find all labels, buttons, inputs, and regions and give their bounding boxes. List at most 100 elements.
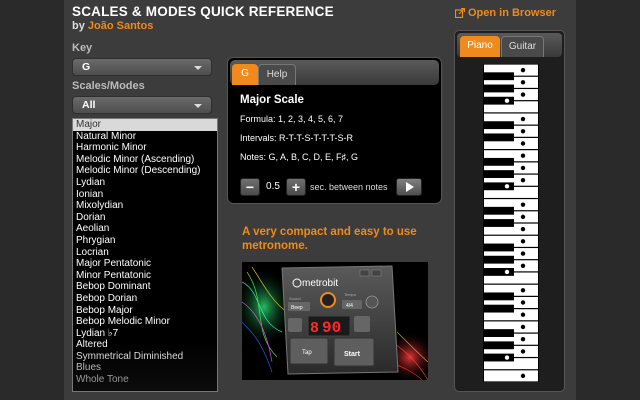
- piano-black-key[interactable]: [483, 219, 514, 227]
- piano-black-key[interactable]: [483, 341, 514, 350]
- open-in-browser-link[interactable]: Open in Browser: [454, 7, 556, 19]
- scale-list-item[interactable]: Bebop Major: [73, 305, 217, 317]
- scale-list-item[interactable]: Major: [73, 119, 217, 131]
- scale-list-item[interactable]: Blues: [73, 362, 217, 374]
- scale-list-item[interactable]: Melodic Minor (Ascending): [73, 154, 217, 166]
- tab-help[interactable]: Help: [258, 64, 296, 85]
- playback-controls: − 0.5 + sec. between notes: [240, 177, 422, 196]
- scales-modes-selected-value: All: [82, 99, 96, 111]
- note-marker: [520, 153, 526, 158]
- scale-list-item[interactable]: Locrian: [73, 247, 217, 259]
- scales-modes-select[interactable]: All: [72, 96, 212, 114]
- piano-black-key[interactable]: [483, 133, 514, 142]
- instrument-tab-bar: Piano Guitar: [457, 33, 562, 57]
- piano-black-key[interactable]: [483, 353, 514, 362]
- scale-list-item[interactable]: Bebop Dorian: [73, 293, 217, 305]
- scale-intervals: Intervals: R-T-T-S-T-T-T-S-R: [240, 133, 354, 143]
- piano-black-key[interactable]: [483, 170, 514, 178]
- scale-list[interactable]: Major Natural Minor Harmonic Minor Melodic …: [72, 118, 218, 392]
- note-marker: [520, 165, 526, 171]
- note-marker: [520, 312, 526, 317]
- scale-list-item[interactable]: Harmonic Minor: [73, 142, 217, 154]
- note-marker: [520, 373, 526, 379]
- svg-text:8: 8: [310, 320, 319, 337]
- by-label: by: [72, 20, 85, 32]
- note-marker: [520, 263, 526, 269]
- scale-list-item[interactable]: Minor Pentatonic: [73, 270, 217, 282]
- scale-list-item[interactable]: Lydian: [73, 177, 217, 189]
- scale-list-item[interactable]: Phrygian: [73, 235, 217, 247]
- scale-list-item[interactable]: Major Pentatonic: [73, 258, 217, 270]
- piano-black-key[interactable]: [483, 157, 514, 166]
- interval-unit-label: sec. between notes: [310, 181, 388, 192]
- piano-black-key[interactable]: [483, 304, 514, 313]
- page-title: SCALES & MODES QUICK REFERENCE: [72, 4, 334, 19]
- scale-list-item[interactable]: Melodic Minor (Descending): [73, 165, 217, 177]
- piano-black-key[interactable]: [483, 72, 514, 81]
- note-marker: [520, 141, 526, 146]
- piano-black-key[interactable]: [483, 268, 514, 276]
- piano-black-key[interactable]: [483, 182, 514, 191]
- scale-list-item[interactable]: Aeolian: [73, 223, 217, 235]
- note-marker: [520, 349, 526, 354]
- key-select[interactable]: G: [72, 58, 212, 76]
- metrobit-time-sig: 4/4: [346, 303, 353, 309]
- external-link-icon: [454, 8, 465, 18]
- metrobit-promo-image[interactable]: metrobit Sound Tempo Beep 4/4 8 90 Tap S…: [242, 262, 428, 380]
- increase-interval-button[interactable]: +: [286, 177, 306, 196]
- piano-white-key[interactable]: [484, 370, 538, 382]
- promo-text[interactable]: A very compact and easy to use metronome…: [242, 225, 442, 253]
- scale-list-item[interactable]: Dorian: [73, 212, 217, 224]
- info-tab-bar: G Help: [230, 60, 439, 85]
- byline: by João Santos: [72, 20, 153, 32]
- piano-black-key[interactable]: [483, 292, 514, 301]
- decrease-interval-button[interactable]: −: [240, 177, 260, 196]
- metrobit-tap-label: Tap: [302, 350, 312, 356]
- tab-key[interactable]: G: [232, 64, 258, 85]
- scale-list-item[interactable]: Symmetrical Diminished: [73, 351, 217, 363]
- note-marker: [520, 336, 526, 342]
- piano-keyboard[interactable]: [483, 64, 539, 382]
- scale-list-item[interactable]: Lydian ♭7: [73, 328, 217, 340]
- piano-black-key[interactable]: [483, 84, 514, 93]
- interval-value: 0.5: [266, 181, 280, 192]
- piano-black-key[interactable]: [483, 243, 514, 252]
- metrobit-beep-label: Beep: [291, 305, 303, 311]
- piano-black-key[interactable]: [483, 329, 514, 337]
- scale-list-item[interactable]: Altered: [73, 339, 217, 351]
- scale-list-item[interactable]: Bebop Melodic Minor: [73, 316, 217, 328]
- note-marker: [520, 129, 526, 134]
- play-button[interactable]: [395, 177, 422, 196]
- note-marker: [520, 300, 526, 305]
- instrument-panel: Piano Guitar: [454, 30, 565, 392]
- chevron-down-icon: [194, 66, 202, 70]
- scale-list-item[interactable]: Mixolydian: [73, 200, 217, 212]
- metrobit-bpm: 90: [322, 319, 341, 337]
- note-marker: [520, 177, 526, 183]
- scale-list-item[interactable]: Bebop Dominant: [73, 281, 217, 293]
- scale-formula: Formula: 1, 2, 3, 4, 5, 6, 7: [240, 114, 344, 124]
- note-marker-black: [504, 184, 510, 189]
- scale-notes: Notes: G, A, B, C, D, E, F♯, G: [240, 152, 359, 162]
- metrobit-start-label: Start: [344, 351, 361, 358]
- scale-list-item[interactable]: Whole Tone: [73, 374, 217, 386]
- tab-piano[interactable]: Piano: [460, 36, 500, 57]
- note-marker: [520, 202, 526, 207]
- open-in-browser-label: Open in Browser: [467, 7, 556, 19]
- note-marker: [520, 239, 526, 244]
- note-marker-black: [504, 98, 510, 103]
- metrobit-tempo-label: Tempo: [344, 292, 357, 297]
- piano-black-key[interactable]: [483, 206, 514, 215]
- tab-guitar[interactable]: Guitar: [501, 36, 544, 57]
- chevron-down-icon: [194, 104, 202, 108]
- scale-list-item[interactable]: Ionian: [73, 189, 217, 201]
- piano-black-key[interactable]: [483, 121, 514, 130]
- piano-black-key[interactable]: [483, 255, 514, 264]
- metrobit-app-name: metrobit: [302, 278, 338, 289]
- piano-black-key[interactable]: [483, 96, 514, 105]
- metrobit-illustration: metrobit Sound Tempo Beep 4/4 8 90 Tap S…: [242, 265, 428, 380]
- note-marker: [520, 92, 526, 97]
- scale-list-item[interactable]: Natural Minor: [73, 131, 217, 143]
- app-page: SCALES & MODES QUICK REFERENCE by João S…: [64, 0, 576, 400]
- author-name[interactable]: João Santos: [88, 20, 153, 32]
